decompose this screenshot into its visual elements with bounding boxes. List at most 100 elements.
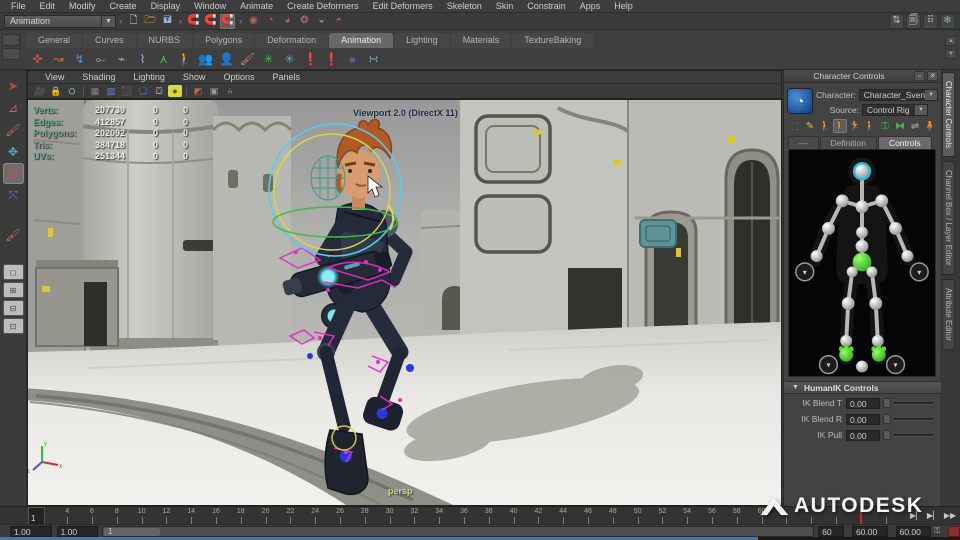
paint-skin-icon[interactable]: 🖌 — [238, 50, 257, 69]
smooth-shade-icon[interactable]: ⬛ — [120, 85, 134, 97]
isolate-icon[interactable]: ◩ — [191, 85, 205, 97]
character-icon[interactable]: 👤 — [217, 50, 236, 69]
grid-icon[interactable]: ▦ — [88, 85, 102, 97]
save-scene-icon[interactable]: 🖬 — [160, 14, 175, 29]
set-key-icon[interactable]: ✜ — [28, 50, 47, 69]
open-scene-icon[interactable]: 🗁 — [143, 14, 158, 29]
grid-list-icon[interactable]: ⠿ — [923, 13, 938, 29]
joint-tool-icon[interactable]: ⋏ — [154, 50, 173, 69]
range-handle[interactable]: 1 — [104, 527, 161, 536]
viewport-menu-panels[interactable]: Panels — [263, 72, 309, 82]
menu-skeleton[interactable]: Skeleton — [440, 0, 489, 13]
lock-camera-icon[interactable]: 🔒 — [49, 85, 63, 97]
xray-icon[interactable]: ▣ — [207, 85, 221, 97]
chest-joint[interactable] — [855, 200, 869, 214]
humanik-section-header[interactable]: ▼ HumanIK Controls — [784, 381, 941, 394]
humanik-param-slider[interactable] — [894, 433, 933, 437]
ipr-icon[interactable]: ◓ — [331, 14, 346, 29]
shelf-tab-animation[interactable]: Animation — [329, 33, 394, 48]
render-icon[interactable]: ◒ — [314, 14, 329, 29]
source-select[interactable]: Control Rig ▼ — [862, 103, 928, 116]
left-elbow-joint[interactable] — [822, 222, 835, 235]
animation-end-field[interactable]: 60.00 — [851, 525, 888, 537]
hik-skeleton-icon[interactable]: 🚶 — [818, 119, 832, 133]
left-hip-joint[interactable] — [846, 266, 858, 278]
step-forward-button[interactable]: ▶▏ — [925, 508, 941, 523]
hik-mirror-icon[interactable]: ⧓ — [893, 119, 907, 133]
layout-single-pane[interactable]: ◻ — [2, 264, 24, 280]
range-track[interactable]: 1 — [102, 525, 815, 537]
slider-knob[interactable] — [883, 430, 891, 440]
menu-set-selector[interactable]: Animation ▼ — [4, 14, 116, 28]
menu-animate[interactable]: Animate — [233, 0, 280, 13]
go-to-end-button[interactable]: ▶▶ — [942, 508, 958, 523]
lasso-tool[interactable]: ⊿ — [3, 97, 24, 118]
shelf-tab-materials[interactable]: Materials — [450, 33, 512, 48]
character-select[interactable]: Character_Sven ▼ — [858, 88, 939, 101]
select-camera-icon[interactable]: 🎥 — [33, 85, 47, 97]
hik-bodypart-icon[interactable]: 🧍 — [923, 119, 937, 133]
hik-definition-icon[interactable]: 🚶 — [833, 119, 847, 133]
construction-icon[interactable]: ❂ — [297, 14, 312, 29]
viewport-menu-lighting[interactable]: Lighting — [124, 72, 174, 82]
spine-joint[interactable] — [856, 226, 868, 239]
shelf-scroll-buttons[interactable]: ▲ ▼ — [945, 36, 957, 59]
output-ops-icon[interactable]: ◔ — [263, 14, 278, 29]
joint-xray-icon[interactable]: ⑃ — [223, 85, 237, 97]
ik-handle-icon[interactable]: ✳ — [259, 50, 278, 69]
menu-skin[interactable]: Skin — [489, 0, 521, 13]
menu-constrain[interactable]: Constrain — [520, 0, 573, 13]
shelf-tab-deformation[interactable]: Deformation — [255, 33, 329, 48]
slider-knob[interactable] — [883, 414, 891, 424]
humanik-param-slider[interactable] — [894, 417, 933, 421]
sort-icon[interactable]: ⇅ — [889, 13, 904, 29]
rotate-tool[interactable]: ⟲ — [2, 163, 24, 184]
playback-end-field[interactable]: 60 — [818, 525, 844, 537]
side-tab-channel-box-layer-editor[interactable]: Channel Box / Layer Editor — [942, 161, 955, 275]
left-hand-joint[interactable] — [810, 250, 823, 263]
slider-knob[interactable] — [883, 398, 891, 408]
group-separator[interactable]: › — [176, 16, 185, 26]
last-tool-brush[interactable]: 🖌 — [3, 224, 24, 245]
side-tab-attribute-editor[interactable]: Attribute Editor — [942, 278, 955, 350]
group-separator[interactable]: › — [236, 16, 245, 26]
reference-joint[interactable] — [856, 360, 868, 373]
menu-edit-deformers[interactable]: Edit Deformers — [366, 0, 440, 13]
alt-end-field[interactable]: 60.00 — [895, 525, 932, 537]
motion-trail-icon[interactable]: ⟜ — [91, 50, 110, 69]
history-icon[interactable]: ◕ — [280, 14, 295, 29]
menu-apps[interactable]: Apps — [573, 0, 608, 13]
shelf-tab-curves[interactable]: Curves — [83, 33, 136, 48]
humanik-param-value[interactable]: 0.00 — [846, 429, 880, 441]
left-foot-joint[interactable] — [838, 344, 854, 362]
hik-ghost-icon[interactable]: 🚶 — [863, 119, 877, 133]
hik-lock-icon[interactable]: ⸬ — [788, 119, 802, 133]
set-key-icon[interactable]: ⚿ — [934, 526, 946, 536]
menu-create[interactable]: Create — [103, 0, 144, 13]
right-shoulder-joint[interactable] — [875, 194, 889, 208]
ik-chain-icon[interactable]: ⌇ — [133, 50, 152, 69]
tab-[interactable]: — — [788, 136, 819, 149]
shelf-tab-lighting[interactable]: Lighting — [394, 33, 450, 48]
menu-create-deformers[interactable]: Create Deformers — [280, 0, 366, 13]
auto-key-icon[interactable] — [948, 525, 960, 537]
tab-controls[interactable]: Controls — [877, 136, 932, 149]
tab-definition[interactable]: Definition — [819, 136, 877, 149]
group-separator[interactable]: › — [116, 16, 125, 26]
humanik-param-value[interactable]: 0.00 — [846, 413, 880, 425]
character-map-figure[interactable]: ▾ ▾ ▾ ▾ — [788, 149, 936, 377]
lasso-key-icon[interactable]: ↯ — [70, 50, 89, 69]
skeleton-icon[interactable]: 🚶 — [175, 50, 194, 69]
constraint-axis-icon[interactable]: ⚹ — [343, 50, 362, 69]
select-tool[interactable]: ➤ — [3, 75, 24, 96]
menu-help[interactable]: Help — [607, 0, 640, 13]
viewport-menu-view[interactable]: View — [36, 72, 73, 82]
menu-modify[interactable]: Modify — [62, 0, 103, 13]
snap-point-icon[interactable]: 🧲 — [220, 13, 235, 29]
paint-select-tool[interactable]: 🖌 — [3, 119, 24, 140]
ik-spline-icon[interactable]: ✳ — [280, 50, 299, 69]
shelf-tab-general[interactable]: General — [26, 33, 83, 48]
menu-file[interactable]: File — [4, 0, 33, 13]
character-pair-icon[interactable]: 👥 — [196, 50, 215, 69]
viewport-menu-show[interactable]: Show — [174, 72, 215, 82]
